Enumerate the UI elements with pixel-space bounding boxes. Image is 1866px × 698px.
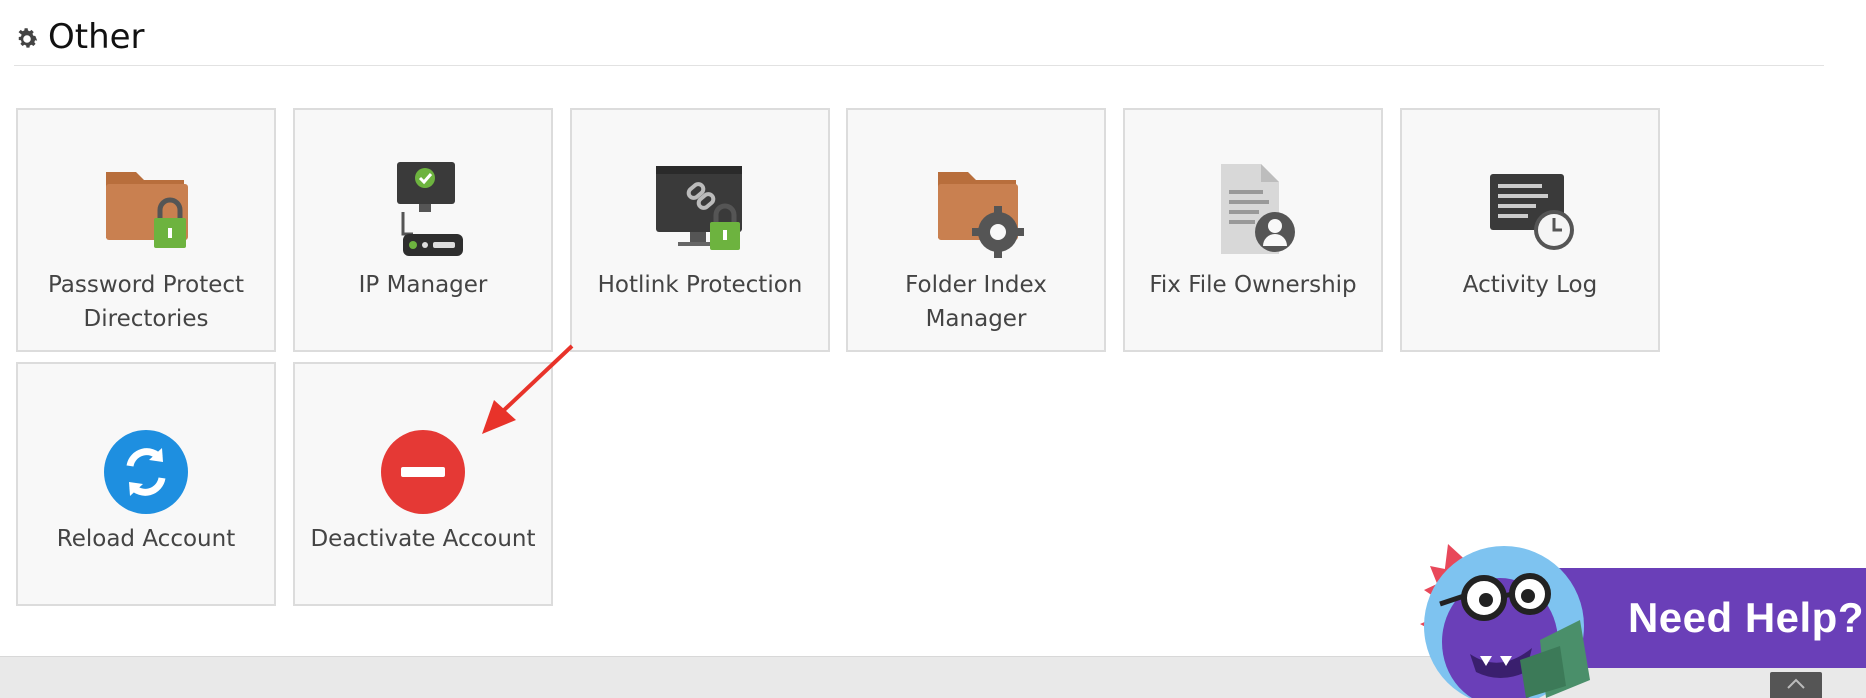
reload-icon [104, 430, 188, 514]
tile-label: Deactivate Account [310, 526, 536, 552]
gear-icon [18, 27, 38, 48]
folder-gear-icon [938, 172, 1024, 258]
section-header: Other [14, 8, 1824, 66]
tile-label: Hotlink Protection [597, 272, 803, 298]
ip-manager-icon [397, 162, 463, 256]
page: Other Password Protect Directories IP Ma… [0, 0, 1866, 698]
section-title: Other [48, 16, 145, 57]
tile-label: Reload Account [56, 526, 236, 552]
help-mascot-icon[interactable] [1400, 530, 1600, 698]
need-help-label: Need Help? [1627, 594, 1864, 641]
activity-log-icon [1490, 174, 1574, 250]
tile-label: Password Protect Directories [47, 272, 245, 332]
tile-folder-index-manager[interactable]: Folder Index Manager [846, 108, 1106, 352]
tile-label: IP Manager [358, 272, 488, 298]
file-ownership-icon [1221, 164, 1295, 254]
tile-activity-log[interactable]: Activity Log [1400, 108, 1660, 352]
tile-label: Fix File Ownership [1149, 272, 1357, 298]
locked-folder-icon [106, 172, 188, 248]
tile-hotlink-protection[interactable]: Hotlink Protection [570, 108, 830, 352]
scroll-to-top-button[interactable] [1770, 672, 1822, 698]
annotation-arrow [482, 344, 574, 434]
chevron-up-icon [1787, 678, 1805, 689]
tile-fix-file-ownership[interactable]: Fix File Ownership [1123, 108, 1383, 352]
tile-reload-account[interactable]: Reload Account [16, 362, 276, 606]
deactivate-icon [381, 430, 465, 514]
hotlink-protection-icon [656, 166, 742, 250]
tile-label: Activity Log [1462, 272, 1598, 298]
tile-ip-manager[interactable]: IP Manager [293, 108, 553, 352]
tile-label: Folder Index Manager [905, 272, 1047, 332]
tile-password-protect-directories[interactable]: Password Protect Directories [16, 108, 276, 352]
